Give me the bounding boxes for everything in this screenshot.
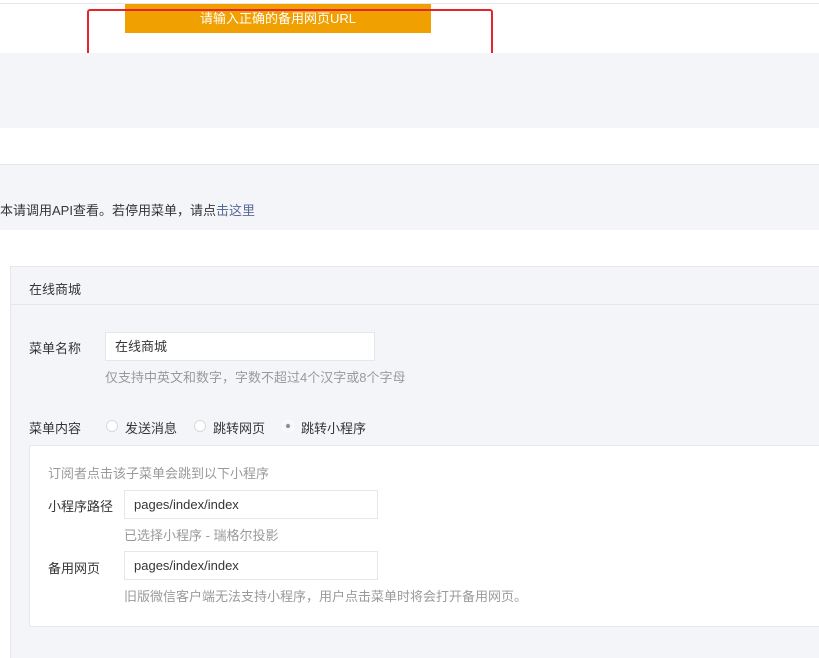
menu-name-hint: 仅支持中英文和数字，字数不超过4个汉字或8个字母: [105, 370, 406, 385]
radio-send-message[interactable]: [106, 420, 118, 432]
notice-message: 本请调用API查看。若停用菜单，请点: [0, 203, 216, 218]
radio-jump-webpage-label[interactable]: 跳转网页: [213, 418, 265, 437]
miniprogram-selected-hint: 已选择小程序 - 瑞格尔投影: [124, 528, 279, 543]
gray-band: [0, 53, 819, 128]
backup-webpage-hint: 旧版微信客户端无法支持小程序，用户点击菜单时将会打开备用网页。: [124, 589, 528, 604]
menu-name-label: 菜单名称: [29, 341, 82, 356]
panel-title: 在线商城: [29, 282, 82, 297]
menu-edit-panel: 在线商城 菜单名称 在线商城 仅支持中英文和数字，字数不超过4个汉字或8个字母 …: [10, 266, 819, 658]
notice-text: 本请调用API查看。若停用菜单，请点击这里: [0, 200, 255, 219]
backup-webpage-label: 备用网页: [48, 561, 101, 576]
radio-jump-miniprogram-label[interactable]: 跳转小程序: [301, 418, 366, 437]
menu-content-label: 菜单内容: [29, 421, 82, 436]
click-here-link[interactable]: 击这里: [216, 203, 255, 218]
miniprogram-desc: 订阅者点击该子菜单会跳到以下小程序: [48, 466, 270, 481]
backup-webpage-input[interactable]: pages/index/index: [124, 551, 378, 580]
miniprogram-path-input[interactable]: pages/index/index: [124, 490, 378, 519]
menu-name-input[interactable]: 在线商城: [105, 332, 375, 361]
panel-header: 在线商城: [11, 267, 819, 305]
radio-jump-miniprogram[interactable]: [282, 420, 294, 432]
notice-bar: [0, 165, 819, 230]
miniprogram-settings: 订阅者点击该子菜单会跳到以下小程序 小程序路径 pages/index/inde…: [29, 445, 819, 627]
radio-jump-webpage[interactable]: [194, 420, 206, 432]
radio-send-message-label[interactable]: 发送消息: [125, 418, 177, 437]
miniprogram-path-label: 小程序路径: [48, 499, 114, 514]
